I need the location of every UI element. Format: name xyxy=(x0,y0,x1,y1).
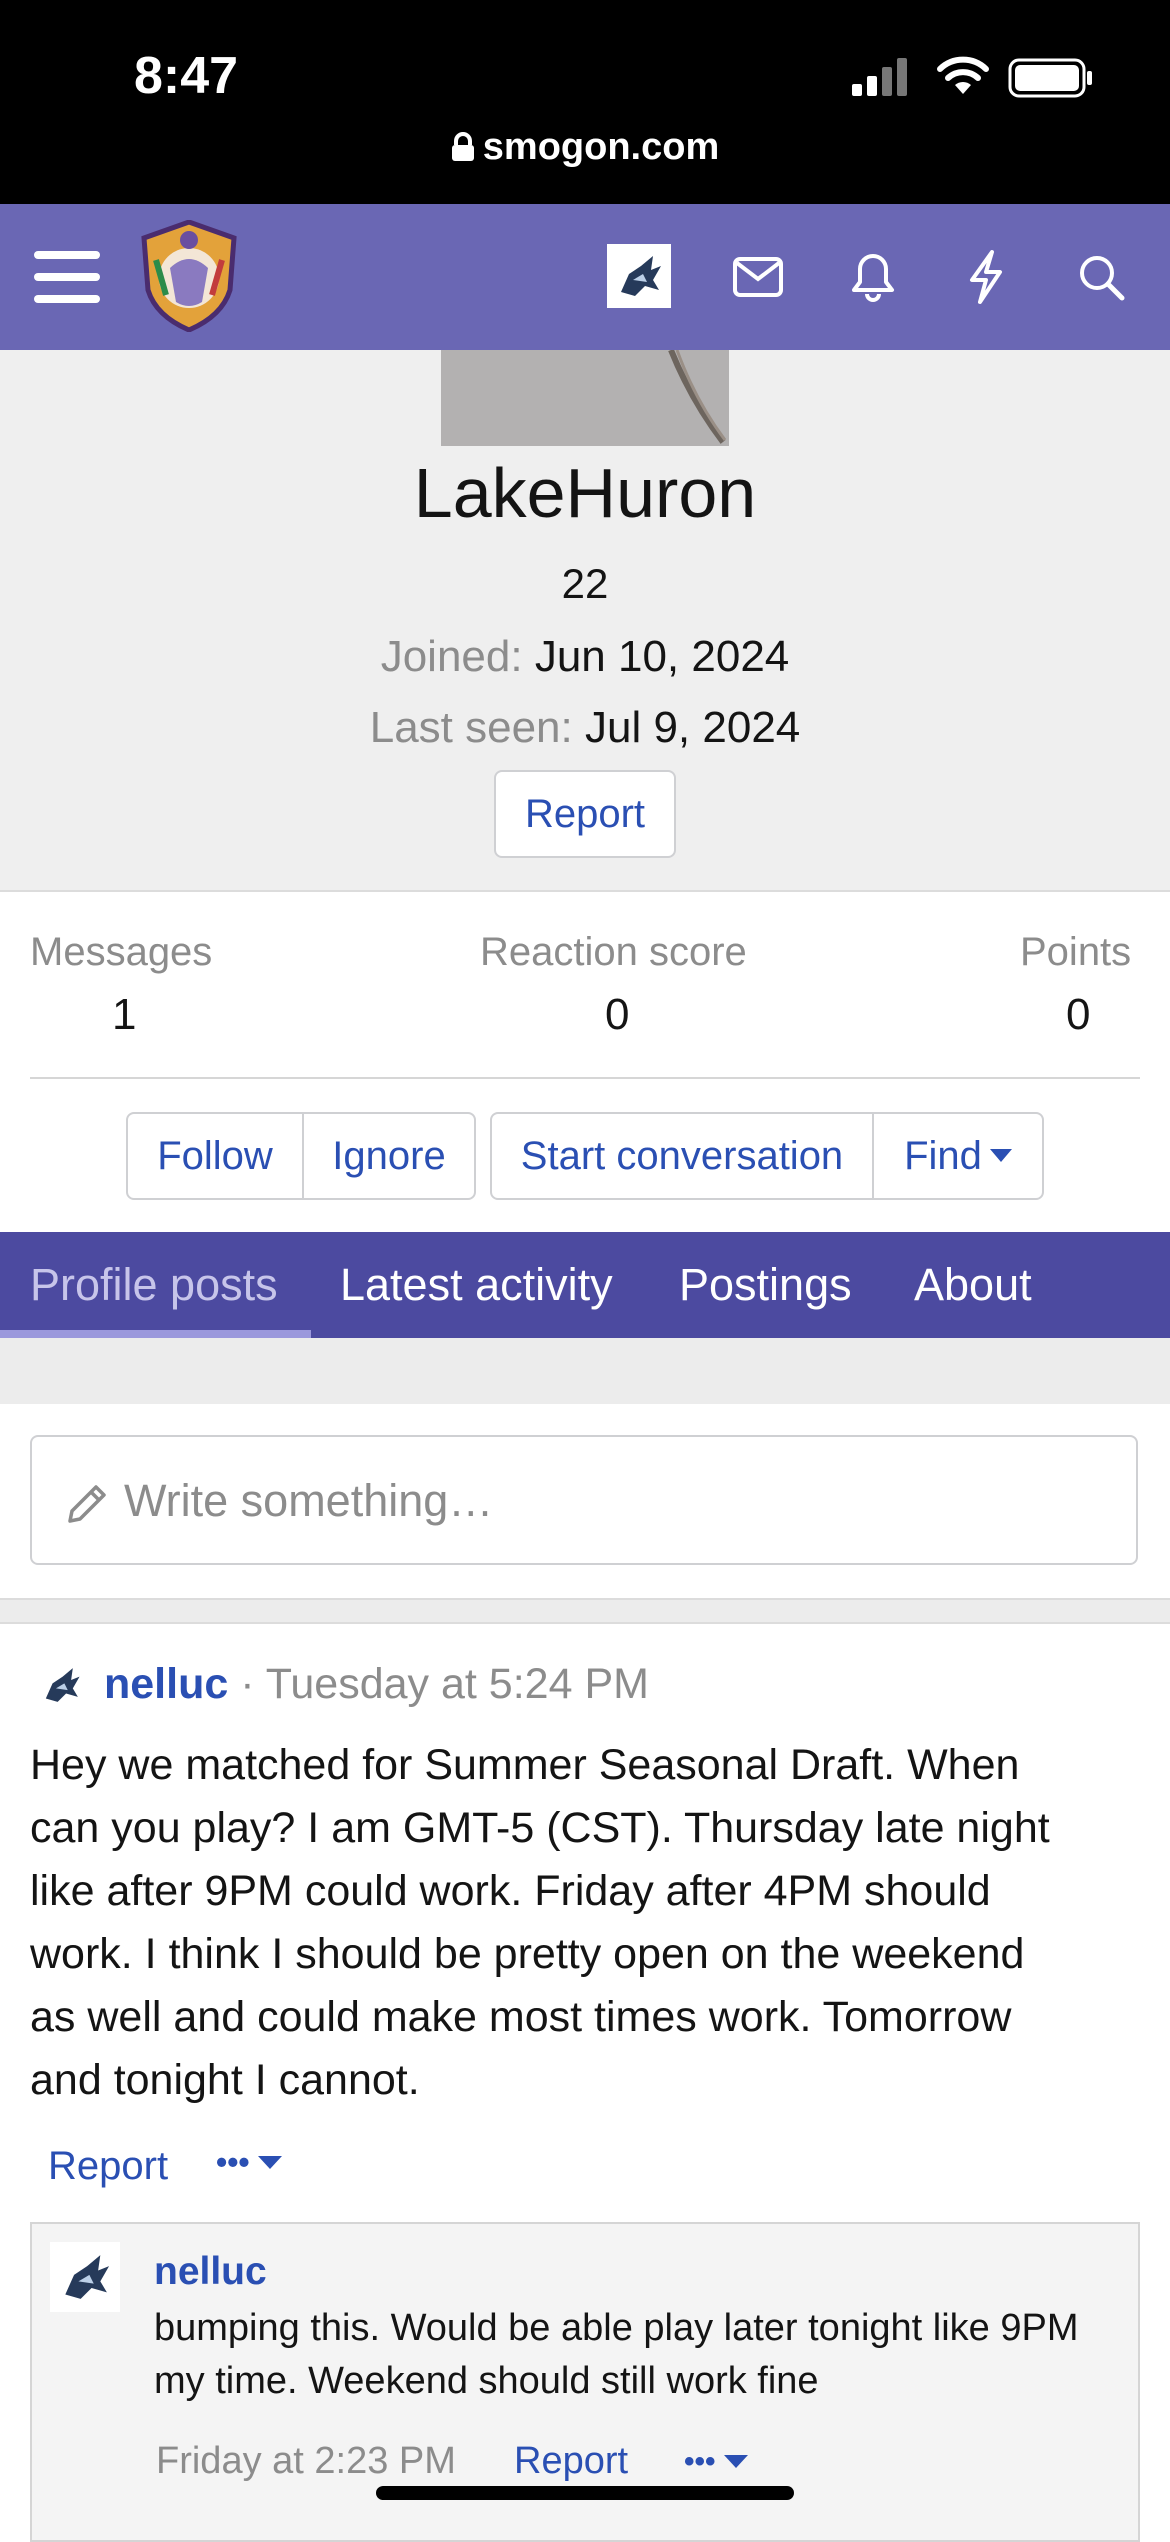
comment-author-link[interactable]: nelluc xyxy=(154,2250,267,2294)
start-conversation-button[interactable]: Start conversation xyxy=(490,1112,874,1200)
caret-down-icon xyxy=(257,2155,282,2169)
lightning-icon[interactable] xyxy=(951,242,1021,312)
comment-report-link[interactable]: Report xyxy=(514,2440,628,2483)
find-label: Find xyxy=(904,1133,982,1178)
top-nav xyxy=(0,204,1170,350)
joined-value: Jun 10, 2024 xyxy=(534,632,790,681)
comment-time[interactable]: Friday at 2:23 PM xyxy=(156,2440,456,2483)
write-placeholder: Write something… xyxy=(124,1475,494,1526)
follow-button[interactable]: Follow xyxy=(126,1112,304,1200)
find-dropdown-button[interactable]: Find xyxy=(872,1112,1044,1200)
tab-about[interactable]: About xyxy=(914,1232,1032,1338)
section-spacer xyxy=(0,1338,1170,1406)
last-seen-label: Last seen: xyxy=(369,703,573,752)
post-line: can you play? I am GMT-5 (CST). Thursday… xyxy=(30,1804,1050,1852)
battery-icon xyxy=(1008,58,1092,98)
home-indicator xyxy=(376,2486,794,2500)
comment-line: bumping this. Would be able play later t… xyxy=(154,2307,1079,2349)
user-avatar[interactable] xyxy=(607,244,671,308)
profile-tabs: Profile posts Latest activity Postings A… xyxy=(0,1232,1170,1338)
stat-messages-value: 1 xyxy=(112,990,137,1039)
caret-down-icon xyxy=(723,2455,748,2468)
tab-profile-posts[interactable]: Profile posts xyxy=(30,1232,278,1338)
active-tab-indicator xyxy=(0,1330,311,1338)
profile-banner xyxy=(441,350,729,446)
post-report-link[interactable]: Report xyxy=(48,2144,168,2189)
stat-reaction-value: 0 xyxy=(605,990,630,1039)
search-icon[interactable] xyxy=(1066,242,1136,312)
tab-postings[interactable]: Postings xyxy=(679,1232,852,1338)
last-seen-value: Jul 9, 2024 xyxy=(584,703,801,752)
comment-more-menu[interactable]: ••• xyxy=(684,2440,748,2484)
joined-line: Joined: Jun 10, 2024 xyxy=(0,632,1170,682)
menu-icon[interactable] xyxy=(32,242,102,312)
comment-line: my time. Weekend should still work fine xyxy=(154,2360,819,2402)
profile-age: 22 xyxy=(561,560,609,607)
wifi-icon xyxy=(937,56,989,94)
tab-latest-activity[interactable]: Latest activity xyxy=(340,1232,613,1338)
post-more-menu[interactable]: ••• xyxy=(216,2144,282,2181)
signal-icon xyxy=(852,58,907,96)
post-author-avatar[interactable] xyxy=(34,1658,88,1712)
more-dots: ••• xyxy=(684,2445,716,2478)
comment-author-avatar[interactable] xyxy=(50,2242,120,2312)
comment-body: bumping this. Would be able play later t… xyxy=(154,2302,1079,2408)
ignore-button[interactable]: Ignore xyxy=(302,1112,476,1200)
lock-icon xyxy=(451,132,474,161)
stat-points-label: Points xyxy=(1020,930,1132,974)
post-line: work. I think I should be pretty open on… xyxy=(30,1930,1025,1978)
stats-divider xyxy=(30,1077,1140,1079)
status-bar: 8:47 smogon.com xyxy=(0,0,1170,204)
post-separator: · xyxy=(240,1660,255,1708)
post-time[interactable]: Tuesday at 5:24 PM xyxy=(266,1660,649,1708)
bell-icon[interactable] xyxy=(838,242,908,312)
stat-reaction-label: Reaction score xyxy=(480,930,747,974)
section-spacer-2 xyxy=(0,1598,1170,1624)
post-line: as well and could make most times work. … xyxy=(30,1993,1012,2041)
stat-messages-label: Messages xyxy=(30,930,213,974)
clock: 8:47 xyxy=(134,47,239,105)
url-text: smogon.com xyxy=(482,126,720,168)
mail-icon[interactable] xyxy=(723,242,793,312)
joined-label: Joined: xyxy=(380,632,523,681)
caret-down-icon xyxy=(989,1149,1012,1162)
post-author-link[interactable]: nelluc xyxy=(104,1660,228,1708)
pencil-icon xyxy=(68,1485,106,1523)
url-bar[interactable]: smogon.com xyxy=(0,126,1170,169)
profile-username: LakeHuron xyxy=(413,454,757,532)
site-logo[interactable] xyxy=(136,219,242,333)
post-line: and tonight I cannot. xyxy=(30,2056,420,2104)
last-seen-line: Last seen: Jul 9, 2024 xyxy=(0,703,1170,753)
stat-points-value: 0 xyxy=(1066,990,1091,1039)
profile-report-button[interactable]: Report xyxy=(494,770,676,858)
post-line: Hey we matched for Summer Seasonal Draft… xyxy=(30,1741,1020,1789)
post-line: like after 9PM could work. Friday after … xyxy=(30,1867,991,1915)
post-meta: nelluc · Tuesday at 5:24 PM xyxy=(104,1660,649,1709)
more-dots: ••• xyxy=(216,2144,250,2180)
post-message: Hey we matched for Summer Seasonal Draft… xyxy=(30,1734,1140,2112)
write-something-input[interactable]: Write something… xyxy=(30,1435,1138,1565)
